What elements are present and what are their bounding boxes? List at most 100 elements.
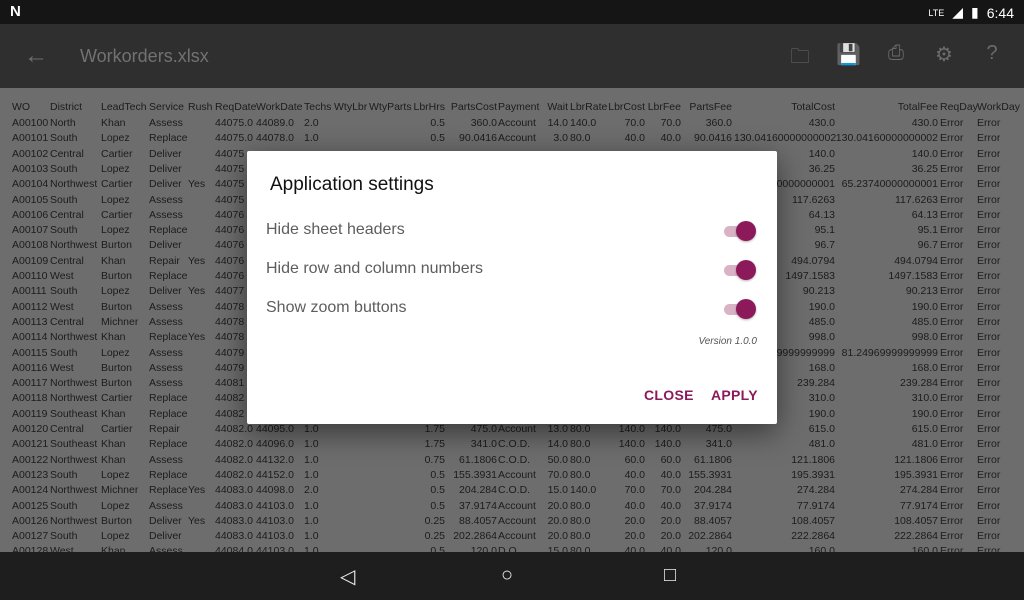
table-cell[interactable]: Burton	[101, 376, 149, 391]
table-cell[interactable]: A00124	[12, 483, 50, 498]
table-cell[interactable]: 222.2864	[734, 529, 835, 544]
table-cell[interactable]: Burton	[101, 361, 149, 376]
table-cell[interactable]: 155.3931	[445, 468, 497, 483]
table-cell[interactable]: 95.1	[835, 223, 938, 238]
table-cell[interactable]: 70.0	[605, 116, 645, 131]
table-cell[interactable]: Assess	[149, 499, 188, 514]
table-cell[interactable]: 160.0	[835, 544, 938, 552]
table-cell[interactable]: 80.0	[570, 529, 608, 544]
table-cell[interactable]: 1.0	[304, 437, 334, 452]
table-cell[interactable]: Replace	[149, 330, 188, 345]
table-cell[interactable]: South	[50, 223, 101, 238]
table-cell[interactable]: Error	[977, 238, 1024, 253]
table-cell[interactable]: 14.0	[540, 437, 568, 452]
table-cell[interactable]: Error	[940, 116, 977, 131]
table-cell[interactable]: 44083.0	[215, 529, 256, 544]
table-cell[interactable]: 2.0	[304, 483, 334, 498]
table-cell[interactable]: 615.0	[734, 422, 835, 437]
table-cell[interactable]: A00116	[12, 361, 50, 376]
table-cell[interactable]: 70.0	[540, 468, 568, 483]
table-cell[interactable]: Replace	[149, 131, 188, 146]
table-cell[interactable]: 475.0	[681, 422, 732, 437]
table-cell[interactable]: 0.5	[405, 116, 445, 131]
table-cell[interactable]: A00127	[12, 529, 50, 544]
table-cell[interactable]: 195.3931	[835, 468, 938, 483]
table-cell[interactable]: 481.0	[734, 437, 835, 452]
table-cell[interactable]: 202.2864	[681, 529, 732, 544]
table-cell[interactable]: 44082.0	[215, 437, 256, 452]
table-cell[interactable]: 44096.0	[256, 437, 304, 452]
toggle-switch[interactable]	[722, 299, 756, 319]
table-cell[interactable]: C.O.D.	[498, 483, 542, 498]
table-cell[interactable]: Replace	[149, 468, 188, 483]
column-header[interactable]: LbrFee	[645, 100, 681, 115]
table-cell[interactable]: Error	[977, 376, 1024, 391]
table-cell[interactable]: Khan	[101, 453, 149, 468]
table-cell[interactable]: 13.0	[540, 422, 568, 437]
table-cell[interactable]: Account	[498, 499, 542, 514]
table-cell[interactable]: Account	[498, 514, 542, 529]
table-cell[interactable]: Central	[50, 147, 101, 162]
table-cell[interactable]: Error	[977, 391, 1024, 406]
table-cell[interactable]: 190.0	[835, 407, 938, 422]
table-cell[interactable]: Yes	[188, 254, 215, 269]
table-cell[interactable]: Error	[940, 514, 977, 529]
table-cell[interactable]: 140.0	[570, 116, 608, 131]
column-header[interactable]: LbrCost	[605, 100, 645, 115]
table-cell[interactable]: 615.0	[835, 422, 938, 437]
table-cell[interactable]: Yes	[188, 514, 215, 529]
table-cell[interactable]: Account	[498, 131, 542, 146]
table-cell[interactable]: Error	[940, 300, 977, 315]
table-cell[interactable]: Lopez	[101, 529, 149, 544]
table-cell[interactable]: 77.9174	[734, 499, 835, 514]
table-cell[interactable]: 44082.0	[215, 468, 256, 483]
table-cell[interactable]: A00105	[12, 193, 50, 208]
table-cell[interactable]: A00117	[12, 376, 50, 391]
column-header[interactable]: District	[50, 100, 101, 115]
table-cell[interactable]: 0.5	[405, 499, 445, 514]
table-cell[interactable]: Error	[977, 193, 1024, 208]
table-cell[interactable]: 77.9174	[835, 499, 938, 514]
table-cell[interactable]: 1.0	[304, 544, 334, 552]
table-cell[interactable]: Error	[977, 544, 1024, 552]
table-cell[interactable]: Assess	[149, 208, 188, 223]
table-cell[interactable]: A00102	[12, 147, 50, 162]
table-cell[interactable]: Assess	[149, 116, 188, 131]
table-cell[interactable]: Error	[940, 284, 977, 299]
table-cell[interactable]: 0.25	[405, 529, 445, 544]
table-cell[interactable]: Lopez	[101, 499, 149, 514]
table-cell[interactable]: Cartier	[101, 147, 149, 162]
table-cell[interactable]: 190.0	[835, 300, 938, 315]
table-cell[interactable]: Northwest	[50, 238, 101, 253]
table-cell[interactable]: 44078.0	[256, 131, 304, 146]
table-cell[interactable]: Yes	[188, 284, 215, 299]
table-cell[interactable]: Central	[50, 315, 101, 330]
table-cell[interactable]: Error	[977, 315, 1024, 330]
help-icon[interactable]: ?	[980, 42, 1004, 66]
recents-square-icon[interactable]: □	[664, 564, 676, 587]
table-cell[interactable]: 40.0	[645, 499, 681, 514]
table-cell[interactable]: 360.0	[445, 116, 497, 131]
table-cell[interactable]: Khan	[101, 330, 149, 345]
table-cell[interactable]: Deliver	[149, 529, 188, 544]
column-header[interactable]: TotalFee	[835, 100, 938, 115]
table-cell[interactable]: 481.0	[835, 437, 938, 452]
table-cell[interactable]: 44103.0	[256, 514, 304, 529]
table-cell[interactable]: Error	[977, 300, 1024, 315]
table-cell[interactable]: North	[50, 116, 101, 131]
column-header[interactable]: PartsFee	[681, 100, 732, 115]
table-cell[interactable]: 140.0	[645, 437, 681, 452]
table-cell[interactable]: 430.0	[835, 116, 938, 131]
table-cell[interactable]: 20.0	[540, 529, 568, 544]
table-cell[interactable]: 0.5	[405, 131, 445, 146]
table-cell[interactable]: 140.0	[605, 437, 645, 452]
table-cell[interactable]: Error	[977, 177, 1024, 192]
table-cell[interactable]: Error	[940, 422, 977, 437]
table-cell[interactable]: 61.1806	[445, 453, 497, 468]
table-cell[interactable]: 274.284	[835, 483, 938, 498]
table-cell[interactable]: 44083.0	[215, 514, 256, 529]
table-cell[interactable]: A00109	[12, 254, 50, 269]
table-cell[interactable]: A00122	[12, 453, 50, 468]
gear-icon[interactable]: ⚙	[932, 42, 956, 66]
table-cell[interactable]: Lopez	[101, 131, 149, 146]
